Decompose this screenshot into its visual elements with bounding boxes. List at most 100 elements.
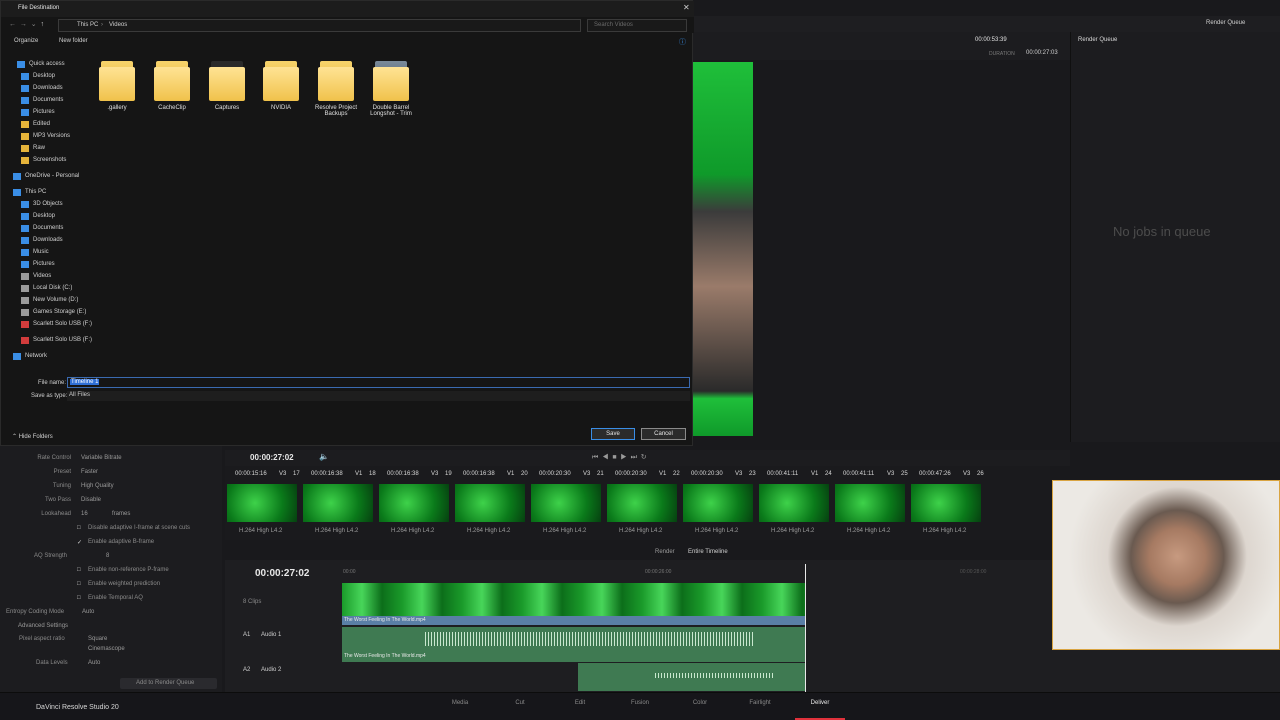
- address-bar[interactable]: This PC › Videos: [58, 19, 581, 32]
- duration-label: DURATION: [989, 51, 1015, 57]
- folder-item[interactable]: CacheClip: [145, 61, 199, 111]
- file-name-label: File name:: [38, 380, 67, 386]
- nav-item[interactable]: Games Storage (E:): [21, 306, 86, 318]
- playhead[interactable]: [805, 564, 806, 692]
- data-levels-value[interactable]: Auto: [88, 660, 100, 666]
- page-tab-fairlight[interactable]: Fairlight: [735, 700, 785, 706]
- checkbox[interactable]: □: [77, 581, 81, 587]
- render-queue-title: Render Queue: [1078, 37, 1118, 43]
- nav-item[interactable]: Videos: [21, 270, 51, 282]
- page-tab-cut[interactable]: Cut: [495, 700, 545, 706]
- nav-item[interactable]: Pictures: [21, 106, 55, 118]
- nav-item[interactable]: This PC: [13, 186, 46, 198]
- nav-item[interactable]: Network: [13, 350, 47, 362]
- viewer-transport: [225, 450, 1070, 466]
- nav-item[interactable]: Local Disk (C:): [21, 282, 72, 294]
- nav-item[interactable]: Music: [21, 246, 49, 258]
- nav-item-label: OneDrive - Personal: [25, 173, 80, 179]
- folder-item[interactable]: Double Barrel Longshot - Trim: [364, 61, 418, 117]
- file-name-input[interactable]: Timeline 1: [67, 377, 690, 388]
- folder-item[interactable]: NVIDIA: [254, 61, 308, 111]
- setting-value[interactable]: Disable: [81, 497, 101, 503]
- organize-button[interactable]: Organize: [14, 38, 38, 44]
- network-icon: [13, 352, 21, 360]
- checkbox[interactable]: □: [77, 525, 81, 531]
- speaker-icon[interactable]: 🔈: [319, 452, 329, 461]
- nav-item[interactable]: Downloads: [21, 82, 63, 94]
- search-input[interactable]: Search Videos: [587, 19, 687, 32]
- page-tab-fusion[interactable]: Fusion: [615, 700, 665, 706]
- render-select[interactable]: Entire Timeline: [688, 549, 728, 555]
- video-clip[interactable]: [342, 583, 805, 617]
- checkbox[interactable]: □: [77, 595, 81, 601]
- folder-item[interactable]: .gallery: [90, 61, 144, 111]
- render-queue-toggle[interactable]: Render Queue: [1206, 20, 1245, 26]
- checkbox[interactable]: □: [77, 567, 81, 573]
- new-folder-button[interactable]: New folder: [59, 38, 88, 44]
- nav-item[interactable]: Downloads: [21, 234, 63, 246]
- no-jobs-text: No jobs in queue: [1113, 224, 1211, 239]
- setting-value[interactable]: Variable Bitrate: [81, 455, 122, 461]
- par-square[interactable]: Square: [88, 636, 107, 642]
- nav-item[interactable]: Scarlett Solo USB (F:): [21, 334, 92, 346]
- nav-item-label: Documents: [33, 97, 64, 103]
- aq-strength-value[interactable]: 8: [106, 553, 109, 559]
- nav-item[interactable]: Desktop: [21, 70, 55, 82]
- nav-item[interactable]: Documents: [21, 94, 63, 106]
- save-button[interactable]: Save: [591, 428, 635, 440]
- page-tab-deliver[interactable]: Deliver: [795, 700, 845, 706]
- par-cinemascope[interactable]: Cinemascope: [88, 646, 125, 652]
- checkbox[interactable]: ✓: [77, 539, 82, 546]
- setting-value[interactable]: 16: [81, 511, 88, 517]
- nav-item[interactable]: MP3 Versions: [21, 130, 70, 142]
- transport-buttons[interactable]: ⏮ ◀ ■ ▶ ⏭ ↻: [592, 453, 647, 462]
- close-icon[interactable]: ✕: [683, 3, 690, 12]
- clip-thumbnail[interactable]: [531, 484, 601, 522]
- nav-item[interactable]: Pictures: [21, 258, 55, 270]
- clip-thumbnail[interactable]: [759, 484, 829, 522]
- clip-thumbnail[interactable]: [227, 484, 297, 522]
- page-tab-color[interactable]: Color: [675, 700, 725, 706]
- viewer-timecode-top: 00:00:53:39: [975, 37, 1007, 43]
- clip-thumbnail[interactable]: [911, 484, 981, 522]
- clip-thumbnail[interactable]: [835, 484, 905, 522]
- nav-arrows-icon[interactable]: ← → ⌄ ↑: [9, 20, 44, 28]
- folder-item[interactable]: Captures: [200, 61, 254, 111]
- setting-value[interactable]: High Quality: [81, 483, 114, 489]
- setting-value[interactable]: Faster: [81, 469, 98, 475]
- nav-item[interactable]: New Volume (D:): [21, 294, 78, 306]
- nav-item[interactable]: 3D Objects: [21, 198, 63, 210]
- clip-thumbnail[interactable]: [683, 484, 753, 522]
- cancel-button[interactable]: Cancel: [641, 428, 686, 440]
- advanced-settings[interactable]: Advanced Settings: [18, 623, 68, 629]
- track-audio2: Audio 2: [261, 667, 282, 673]
- nav-item-label: This PC: [25, 189, 47, 195]
- help-icon[interactable]: ⓘ: [679, 37, 686, 47]
- nav-item[interactable]: Scarlett Solo USB (F:): [21, 318, 92, 330]
- clip-thumbnail[interactable]: [607, 484, 677, 522]
- nav-item[interactable]: Raw: [21, 142, 45, 154]
- folder-item[interactable]: Resolve Project Backups: [309, 61, 363, 117]
- nav-item[interactable]: Screenshots: [21, 154, 66, 166]
- page-tab-media[interactable]: Media: [435, 700, 485, 706]
- entropy-select[interactable]: Auto: [82, 609, 94, 615]
- folder-icon: [21, 96, 29, 104]
- nav-item[interactable]: Edited: [21, 118, 50, 130]
- nav-item[interactable]: OneDrive - Personal: [13, 170, 79, 182]
- nav-item[interactable]: Desktop: [21, 210, 55, 222]
- track-a2: A2: [243, 667, 251, 673]
- hide-folders-button[interactable]: ⌃ Hide Folders: [12, 433, 53, 440]
- breadcrumb-this-pc[interactable]: This PC: [77, 22, 98, 28]
- nav-item[interactable]: Quick access: [17, 58, 65, 70]
- breadcrumb-videos[interactable]: Videos: [109, 22, 127, 28]
- clip-thumbnail[interactable]: [379, 484, 449, 522]
- clip-thumbnail[interactable]: [455, 484, 525, 522]
- file-destination-dialog: File Destination ✕ ← → ⌄ ↑ This PC › Vid…: [0, 0, 694, 446]
- clip-codec: H.264 High L4.2: [239, 528, 283, 534]
- nav-item[interactable]: Documents: [21, 222, 63, 234]
- clip-thumbnail[interactable]: [303, 484, 373, 522]
- save-type-select[interactable]: All Files: [67, 391, 690, 401]
- page-tab-edit[interactable]: Edit: [555, 700, 605, 706]
- clip-track: V3: [583, 471, 591, 477]
- clip-codec: H.264 High L4.2: [619, 528, 663, 534]
